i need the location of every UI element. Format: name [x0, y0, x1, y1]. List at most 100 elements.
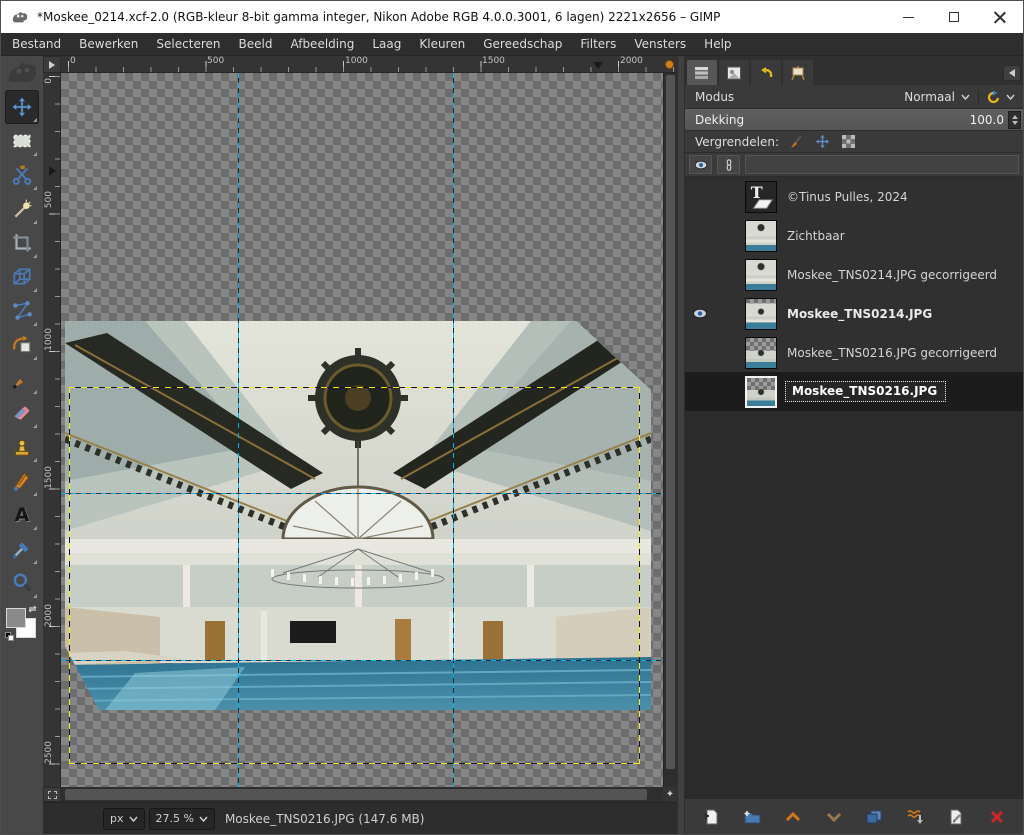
ink-tool[interactable] — [5, 464, 39, 498]
zoom-tool[interactable] — [5, 566, 39, 600]
rectangle-select-tool[interactable] — [5, 124, 39, 158]
layer-name-edit[interactable]: Moskee_TNS0216.JPG — [785, 381, 947, 402]
opacity-spinner[interactable] — [1008, 110, 1021, 129]
horizontal-ruler[interactable]: 0 500 1000 1500 2000 — [61, 56, 677, 73]
fuzzy-select-tool[interactable] — [5, 192, 39, 226]
canvas-viewport[interactable] — [61, 73, 663, 787]
duplicate-layer-button[interactable] — [859, 804, 889, 830]
layer-name: Zichtbaar — [787, 228, 845, 243]
lock-row: Vergrendelen: — [685, 131, 1023, 153]
collapse-left-icon — [1009, 69, 1015, 77]
mode-group-button[interactable] — [979, 90, 1019, 104]
ruler-tick-label: 0 — [44, 78, 54, 84]
menu-gereedschap[interactable]: Gereedschap — [474, 34, 571, 54]
layer-name-column-field — [745, 155, 1019, 174]
canvas-menu-icon — [49, 60, 55, 69]
layer-row-tinus-pulles[interactable]: T ©Tinus Pulles, 2024 — [685, 177, 1023, 216]
merge-layers-button[interactable] — [900, 804, 930, 830]
default-colors-icon[interactable] — [5, 632, 15, 642]
mode-label: Modus — [695, 89, 735, 104]
spin-up-icon — [1011, 114, 1018, 119]
navigation-button[interactable]: ✦ — [663, 787, 677, 802]
ruler-tick-label: 2000 — [44, 604, 54, 627]
menu-laag[interactable]: Laag — [363, 34, 410, 54]
lock-position-button[interactable] — [813, 133, 831, 151]
eraser-tool[interactable] — [5, 396, 39, 430]
ruler-corner-menu-button[interactable] — [43, 56, 61, 73]
quick-mask-button[interactable] — [43, 787, 61, 802]
layer-row-tns0216[interactable]: Moskee_TNS0216.JPG — [685, 372, 1023, 411]
menu-help[interactable]: Help — [695, 34, 740, 54]
new-layer-group-button[interactable] — [737, 804, 767, 830]
layer-name: ©Tinus Pulles, 2024 — [787, 189, 908, 204]
scissors-select-tool[interactable] — [5, 158, 39, 192]
warp-transform-tool[interactable] — [5, 328, 39, 362]
layer-row-tns0214-gecorrigeerd[interactable]: Moskee_TNS0214.JPG gecorrigeerd — [685, 255, 1023, 294]
vertical-scrollbar-thumb[interactable] — [666, 75, 675, 769]
horizontal-scrollbar-thumb[interactable] — [65, 789, 647, 800]
visibility-column-button[interactable] — [689, 155, 712, 174]
zoom-follow-window-icon[interactable] — [665, 60, 674, 69]
menu-selecteren[interactable]: Selecteren — [147, 34, 229, 54]
color-picker-tool[interactable] — [5, 532, 39, 566]
delete-layer-button[interactable] — [982, 804, 1012, 830]
lower-layer-button[interactable] — [819, 804, 849, 830]
tab-undo-history[interactable] — [751, 60, 781, 85]
ruler-tick-label: 500 — [207, 56, 225, 66]
menu-filters[interactable]: Filters — [571, 34, 625, 54]
tab-images[interactable] — [783, 60, 813, 85]
layers-icon — [695, 66, 708, 79]
opacity-slider[interactable]: Dekking 100.0 — [685, 109, 1023, 131]
unified-transform-tool[interactable] — [5, 260, 39, 294]
menu-bestand[interactable]: Bestand — [3, 34, 70, 54]
undo-history-icon — [761, 66, 773, 77]
pointer-position-marker — [49, 166, 56, 176]
menu-bewerken[interactable]: Bewerken — [70, 34, 147, 54]
layer-row-tns0216-gecorrigeerd[interactable]: Moskee_TNS0216.JPG gecorrigeerd — [685, 333, 1023, 372]
crop-tool[interactable] — [5, 226, 39, 260]
visibility-toggle[interactable] — [685, 308, 715, 319]
anchor-layer-button[interactable] — [941, 804, 971, 830]
handle-transform-tool[interactable] — [5, 294, 39, 328]
move-tool[interactable] — [5, 90, 39, 124]
clone-stamp-tool[interactable] — [5, 430, 39, 464]
maximize-button[interactable] — [931, 1, 977, 33]
unit-value: px — [110, 812, 124, 825]
text-tool[interactable]: A — [5, 498, 39, 532]
zoom-level-select[interactable]: 27.5 % — [148, 807, 215, 830]
vertical-ruler[interactable]: 0 500 1000 1500 2000 2500 — [43, 73, 61, 787]
lock-alpha-button[interactable] — [839, 133, 857, 151]
lock-pixels-button[interactable] — [787, 133, 805, 151]
minimize-button[interactable] — [885, 1, 931, 33]
wilber-watermark-icon — [8, 62, 37, 82]
maximize-icon — [949, 12, 959, 22]
menu-afbeelding[interactable]: Afbeelding — [281, 34, 363, 54]
foreground-color-swatch[interactable] — [6, 608, 26, 628]
layer-mode-row: Modus Normaal — [685, 85, 1023, 109]
menu-vensters[interactable]: Vensters — [625, 34, 695, 54]
new-layer-button[interactable] — [696, 804, 726, 830]
close-button[interactable] — [977, 1, 1023, 33]
merge-down-icon — [907, 809, 924, 824]
layer-row-tns0214[interactable]: Moskee_TNS0214.JPG — [685, 294, 1023, 333]
swap-colors-icon[interactable] — [28, 604, 39, 614]
link-column-button[interactable] — [717, 155, 740, 174]
edit-layer-icon — [950, 809, 962, 824]
menu-kleuren[interactable]: Kleuren — [410, 34, 474, 54]
vertical-scrollbar[interactable] — [663, 73, 677, 787]
tab-layers[interactable] — [687, 60, 717, 85]
layer-row-zichtbaar[interactable]: Zichtbaar — [685, 216, 1023, 255]
menu-beeld[interactable]: Beeld — [229, 34, 281, 54]
dock-collapse-button[interactable] — [1003, 65, 1021, 81]
color-swatches[interactable] — [5, 604, 39, 642]
raise-layer-button[interactable] — [778, 804, 808, 830]
layer-thumbnail — [745, 258, 777, 291]
warp-transform-icon — [13, 335, 31, 353]
dock-divider[interactable] — [677, 56, 685, 834]
unit-select[interactable]: px — [103, 807, 145, 830]
paintbrush-tool[interactable] — [5, 362, 39, 396]
horizontal-scrollbar[interactable] — [61, 787, 663, 802]
mode-select[interactable]: Normaal — [904, 89, 979, 104]
tab-channels[interactable] — [719, 60, 749, 85]
toolbox: A — [1, 56, 43, 834]
